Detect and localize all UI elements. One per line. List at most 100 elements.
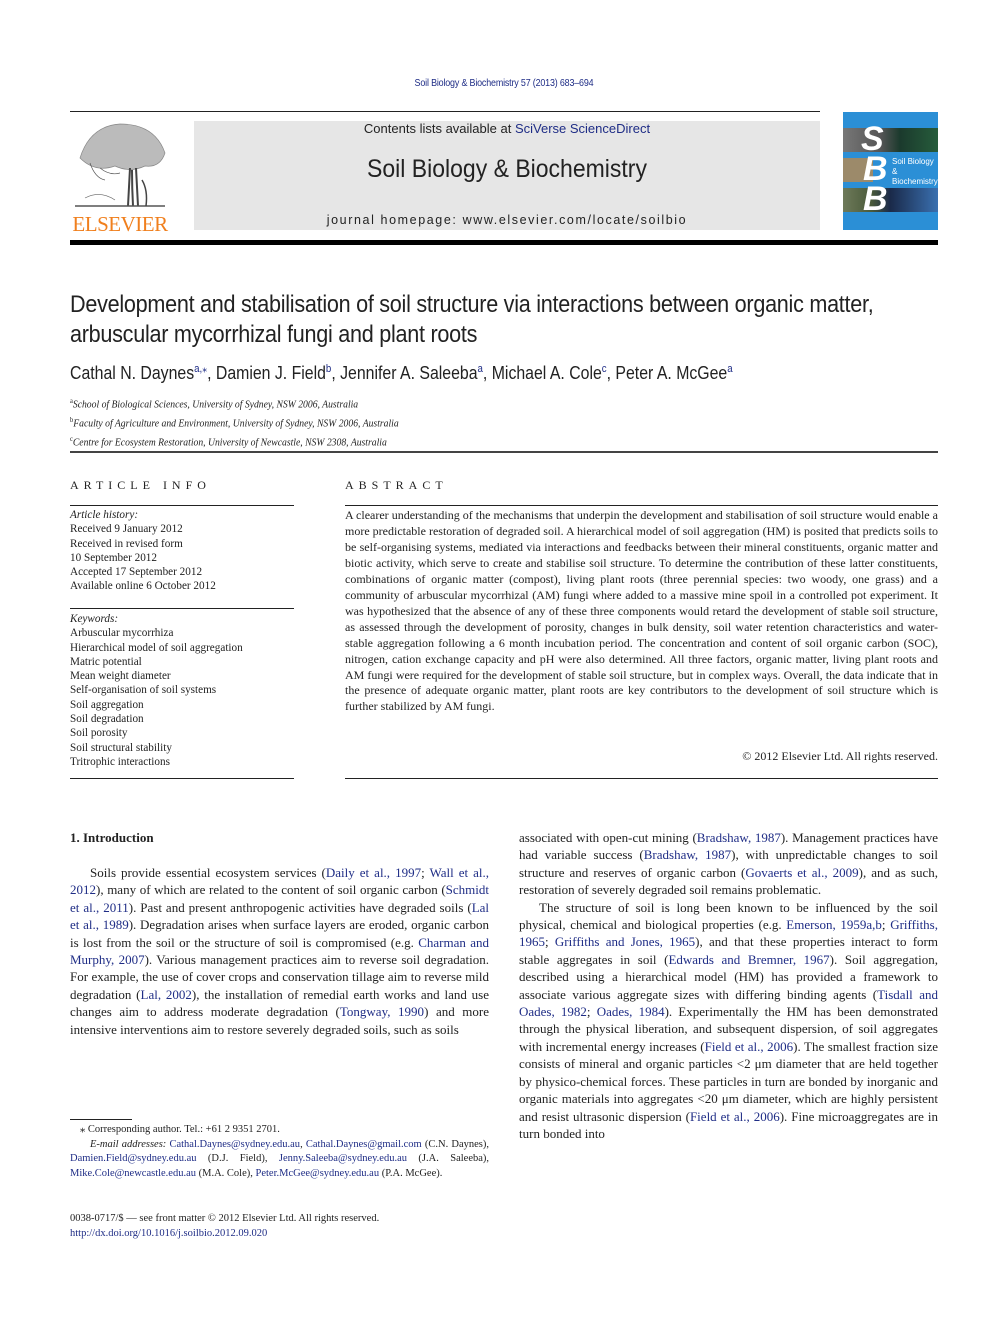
- email-link[interactable]: Peter.McGee@sydney.edu.au: [256, 1168, 380, 1179]
- keyword-list: Arbuscular mycorrhiza Hierarchical model …: [70, 626, 294, 769]
- citation-link[interactable]: Bradshaw, 1987: [697, 830, 781, 845]
- author-name[interactable]: Jennifer A. Saleeba: [340, 363, 477, 383]
- author-separator: ,: [606, 363, 616, 383]
- citation-link[interactable]: Schmidt et al., 2011: [70, 882, 489, 914]
- citation-link[interactable]: Edwards and Bremner, 1967: [668, 952, 829, 967]
- keywords-rule: [70, 608, 294, 609]
- citation-link[interactable]: Bradshaw, 1987: [644, 847, 731, 862]
- email-link[interactable]: Jenny.Saleeba@sydney.edu.au: [279, 1153, 407, 1164]
- author-name[interactable]: Michael A. Cole: [492, 363, 602, 383]
- paragraph: The structure of soil is long been known…: [519, 899, 939, 1141]
- intro-left-column: Soils provide essential ecosystem servic…: [70, 864, 489, 1038]
- citation-link[interactable]: Daily et al., 1997: [326, 865, 421, 880]
- keywords-label: Keywords:: [70, 613, 119, 625]
- citation-link[interactable]: Field et al., 2006: [705, 1039, 794, 1054]
- history-item: Received 9 January 2012: [70, 523, 183, 536]
- cover-image-strip: [843, 188, 938, 212]
- elsevier-logo[interactable]: ELSEVIER: [68, 118, 172, 236]
- header-thick-rule: [70, 240, 938, 245]
- author-name[interactable]: Cathal N. Daynes: [70, 363, 194, 383]
- keyword[interactable]: Self-organisation of soil systems: [70, 683, 294, 697]
- journal-cover-thumbnail[interactable]: S B B Soil Biology & Biochemistry: [843, 112, 938, 230]
- contents-prefix: Contents lists available at: [363, 121, 515, 136]
- cover-letter-b2: B: [863, 180, 888, 218]
- author-separator: ,: [331, 363, 341, 383]
- keyword[interactable]: Arbuscular mycorrhiza: [70, 626, 294, 640]
- article-history-label: Article history:: [70, 509, 139, 521]
- history-item: Available online 6 October 2012: [70, 580, 216, 593]
- intro-right-column: associated with open-cut mining (Bradsha…: [519, 829, 938, 1142]
- abstract-heading: ABSTRACT: [345, 478, 448, 492]
- history-item: Accepted 17 September 2012: [70, 566, 203, 579]
- sciencedirect-link[interactable]: SciVerse ScienceDirect: [515, 121, 650, 136]
- author-separator: ,: [207, 363, 216, 383]
- article-info-rule: [70, 505, 294, 506]
- email-link[interactable]: Cathal.Daynes@sydney.edu.au: [169, 1139, 300, 1150]
- front-matter: 0038-0717/$ — see front matter © 2012 El…: [70, 1212, 489, 1241]
- history-item: 10 September 2012: [70, 551, 157, 564]
- author-affiliation-marker[interactable]: a,⁎: [194, 363, 207, 375]
- citation-link[interactable]: Wall et al., 2012: [70, 865, 489, 897]
- cover-image-strip: [843, 128, 938, 152]
- keywords-block: Keywords: Arbuscular mycorrhiza Hierarchi…: [70, 612, 294, 769]
- footnote-rule: [70, 1119, 132, 1120]
- citation-link[interactable]: Tisdall and Oades, 1982: [519, 987, 938, 1019]
- keyword[interactable]: Soil porosity: [70, 726, 294, 740]
- citation-link[interactable]: Tongway, 1990: [340, 1004, 424, 1019]
- keyword[interactable]: Hierarchical model of soil aggregation: [70, 641, 294, 655]
- keyword[interactable]: Mean weight diameter: [70, 669, 294, 683]
- keyword[interactable]: Matric potential: [70, 655, 294, 669]
- homepage-prefix: journal homepage:: [326, 213, 463, 227]
- keyword[interactable]: Soil aggregation: [70, 698, 294, 712]
- affiliation: bFaculty of Agriculture and Environment,…: [70, 413, 399, 432]
- cover-title-line2: Biochemistry: [892, 177, 938, 186]
- citation-link[interactable]: Emerson, 1959a,b: [786, 917, 882, 932]
- email-link[interactable]: Cathal.Daynes@gmail.com: [306, 1139, 422, 1150]
- doi-link[interactable]: http://dx.doi.org/10.1016/j.soilbio.2012…: [70, 1227, 489, 1242]
- citation-link[interactable]: Govaerts et al., 2009: [745, 865, 858, 880]
- citation-link[interactable]: Lal et al., 1989: [70, 900, 489, 932]
- journal-homepage: journal homepage: www.elsevier.com/locat…: [194, 213, 820, 227]
- author-name[interactable]: Damien J. Field: [216, 363, 326, 383]
- section-divider: [70, 451, 938, 453]
- affiliation-text: School of Biological Sciences, Universit…: [72, 399, 359, 411]
- email-link[interactable]: Mike.Cole@newcastle.edu.au: [70, 1168, 196, 1179]
- article-history-list: Received 9 January 2012 Received in revis…: [70, 522, 294, 593]
- footnotes: ⁎ Corresponding author. Tel.: +61 2 9351…: [70, 1123, 489, 1181]
- article-title: Development and stabilisation of soil st…: [70, 291, 874, 348]
- journal-citation-link[interactable]: Soil Biology & Biochemistry 57 (2013) 68…: [415, 77, 594, 89]
- paragraph: associated with open-cut mining (Bradsha…: [519, 830, 938, 898]
- front-matter-text: 0038-0717/$ — see front matter © 2012 El…: [70, 1213, 380, 1224]
- keyword[interactable]: Soil structural stability: [70, 741, 294, 755]
- citation-link[interactable]: Lal, 2002: [141, 987, 192, 1002]
- email-label: E-mail addresses:: [90, 1138, 170, 1150]
- running-head[interactable]: Soil Biology & Biochemistry 57 (2013) 68…: [76, 77, 933, 89]
- affiliation: cCentre for Ecosystem Restoration, Unive…: [70, 432, 399, 451]
- abstract-copyright: © 2012 Elsevier Ltd. All rights reserved…: [742, 749, 938, 763]
- citation-link[interactable]: Griffiths and Jones, 1965: [555, 934, 695, 949]
- email-link[interactable]: Damien.Field@sydney.edu.au: [70, 1153, 197, 1164]
- author-affiliation-marker[interactable]: a: [727, 363, 732, 375]
- affiliations: aSchool of Biological Sciences, Universi…: [70, 394, 399, 450]
- affiliation: aSchool of Biological Sciences, Universi…: [70, 394, 399, 413]
- citation-link[interactable]: Oades, 1984: [597, 1004, 665, 1019]
- citation-link[interactable]: Field et al., 2006: [690, 1109, 780, 1124]
- homepage-url-link[interactable]: www.elsevier.com/locate/soilbio: [463, 213, 688, 227]
- abstract-bottom-rule: [345, 778, 938, 779]
- citation-link[interactable]: Charman and Murphy, 2007: [70, 935, 489, 967]
- abstract-rule: [345, 505, 938, 506]
- email-addresses: E-mail addresses: Cathal.Daynes@sydney.e…: [70, 1138, 490, 1179]
- article-info-heading: ARTICLE INFO: [70, 478, 211, 492]
- keyword[interactable]: Tritrophic interactions: [70, 755, 294, 769]
- author-separator: ,: [482, 363, 492, 383]
- cover-title: Soil Biology & Biochemistry: [892, 157, 938, 187]
- contents-availability: Contents lists available at SciVerse Sci…: [194, 121, 820, 137]
- journal-header-band: Contents lists available at SciVerse Sci…: [194, 121, 820, 230]
- author-name[interactable]: Peter A. McGee: [615, 363, 727, 383]
- header-rule: [70, 111, 820, 112]
- keyword[interactable]: Soil degradation: [70, 712, 294, 726]
- corresponding-author-note: ⁎ Corresponding author. Tel.: +61 2 9351…: [80, 1124, 280, 1135]
- elsevier-tree-icon: [75, 123, 166, 207]
- affiliation-text: Centre for Ecosystem Restoration, Univer…: [72, 437, 387, 449]
- author-list: Cathal N. Daynesa,⁎, Damien J. Fieldb, J…: [70, 362, 733, 384]
